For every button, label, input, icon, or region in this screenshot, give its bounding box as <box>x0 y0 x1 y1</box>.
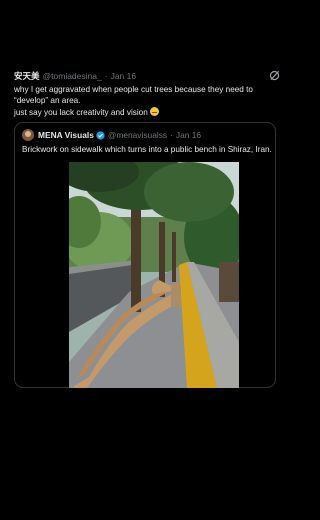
tweet-line: why I get aggravated when people cut tre… <box>14 85 253 94</box>
verified-badge-icon <box>96 130 105 140</box>
author-handle[interactable]: @tomiadesina_ <box>43 71 102 81</box>
quote-date[interactable]: Jan 16 <box>176 130 201 140</box>
tweet[interactable]: 安天美 @tomiadesina_ · Jan 16 why I get agg… <box>14 70 280 118</box>
separator: · <box>104 71 108 81</box>
separator: · <box>170 130 173 140</box>
tweet-date[interactable]: Jan 16 <box>111 71 137 81</box>
tweet-line-text: just say you lack creativity and vision <box>14 107 148 117</box>
sidewalk-bench-photo[interactable] <box>69 162 239 388</box>
grok-icon[interactable] <box>269 70 280 81</box>
quote-header: MENA Visuals @menavisualss · Jan 16 <box>22 129 201 141</box>
tweet-text: why I get aggravated when people cut tre… <box>14 84 280 118</box>
avatar[interactable] <box>22 129 34 141</box>
tweet-line: “develop” an area. <box>14 96 81 106</box>
grimace-emoji-icon <box>149 106 159 116</box>
author-name[interactable]: 安天美 <box>14 70 40 82</box>
quote-author-name[interactable]: MENA Visuals <box>38 130 94 140</box>
quoted-tweet[interactable]: MENA Visuals @menavisualss · Jan 16 Bric… <box>14 122 276 388</box>
tweet-line: just say you lack creativity and vision <box>14 106 280 118</box>
quote-author-handle[interactable]: @menavisualss <box>108 130 167 140</box>
tweet-header: 安天美 @tomiadesina_ · Jan 16 <box>14 70 280 82</box>
quote-text: Brickwork on sidewalk which turns into a… <box>22 145 272 154</box>
